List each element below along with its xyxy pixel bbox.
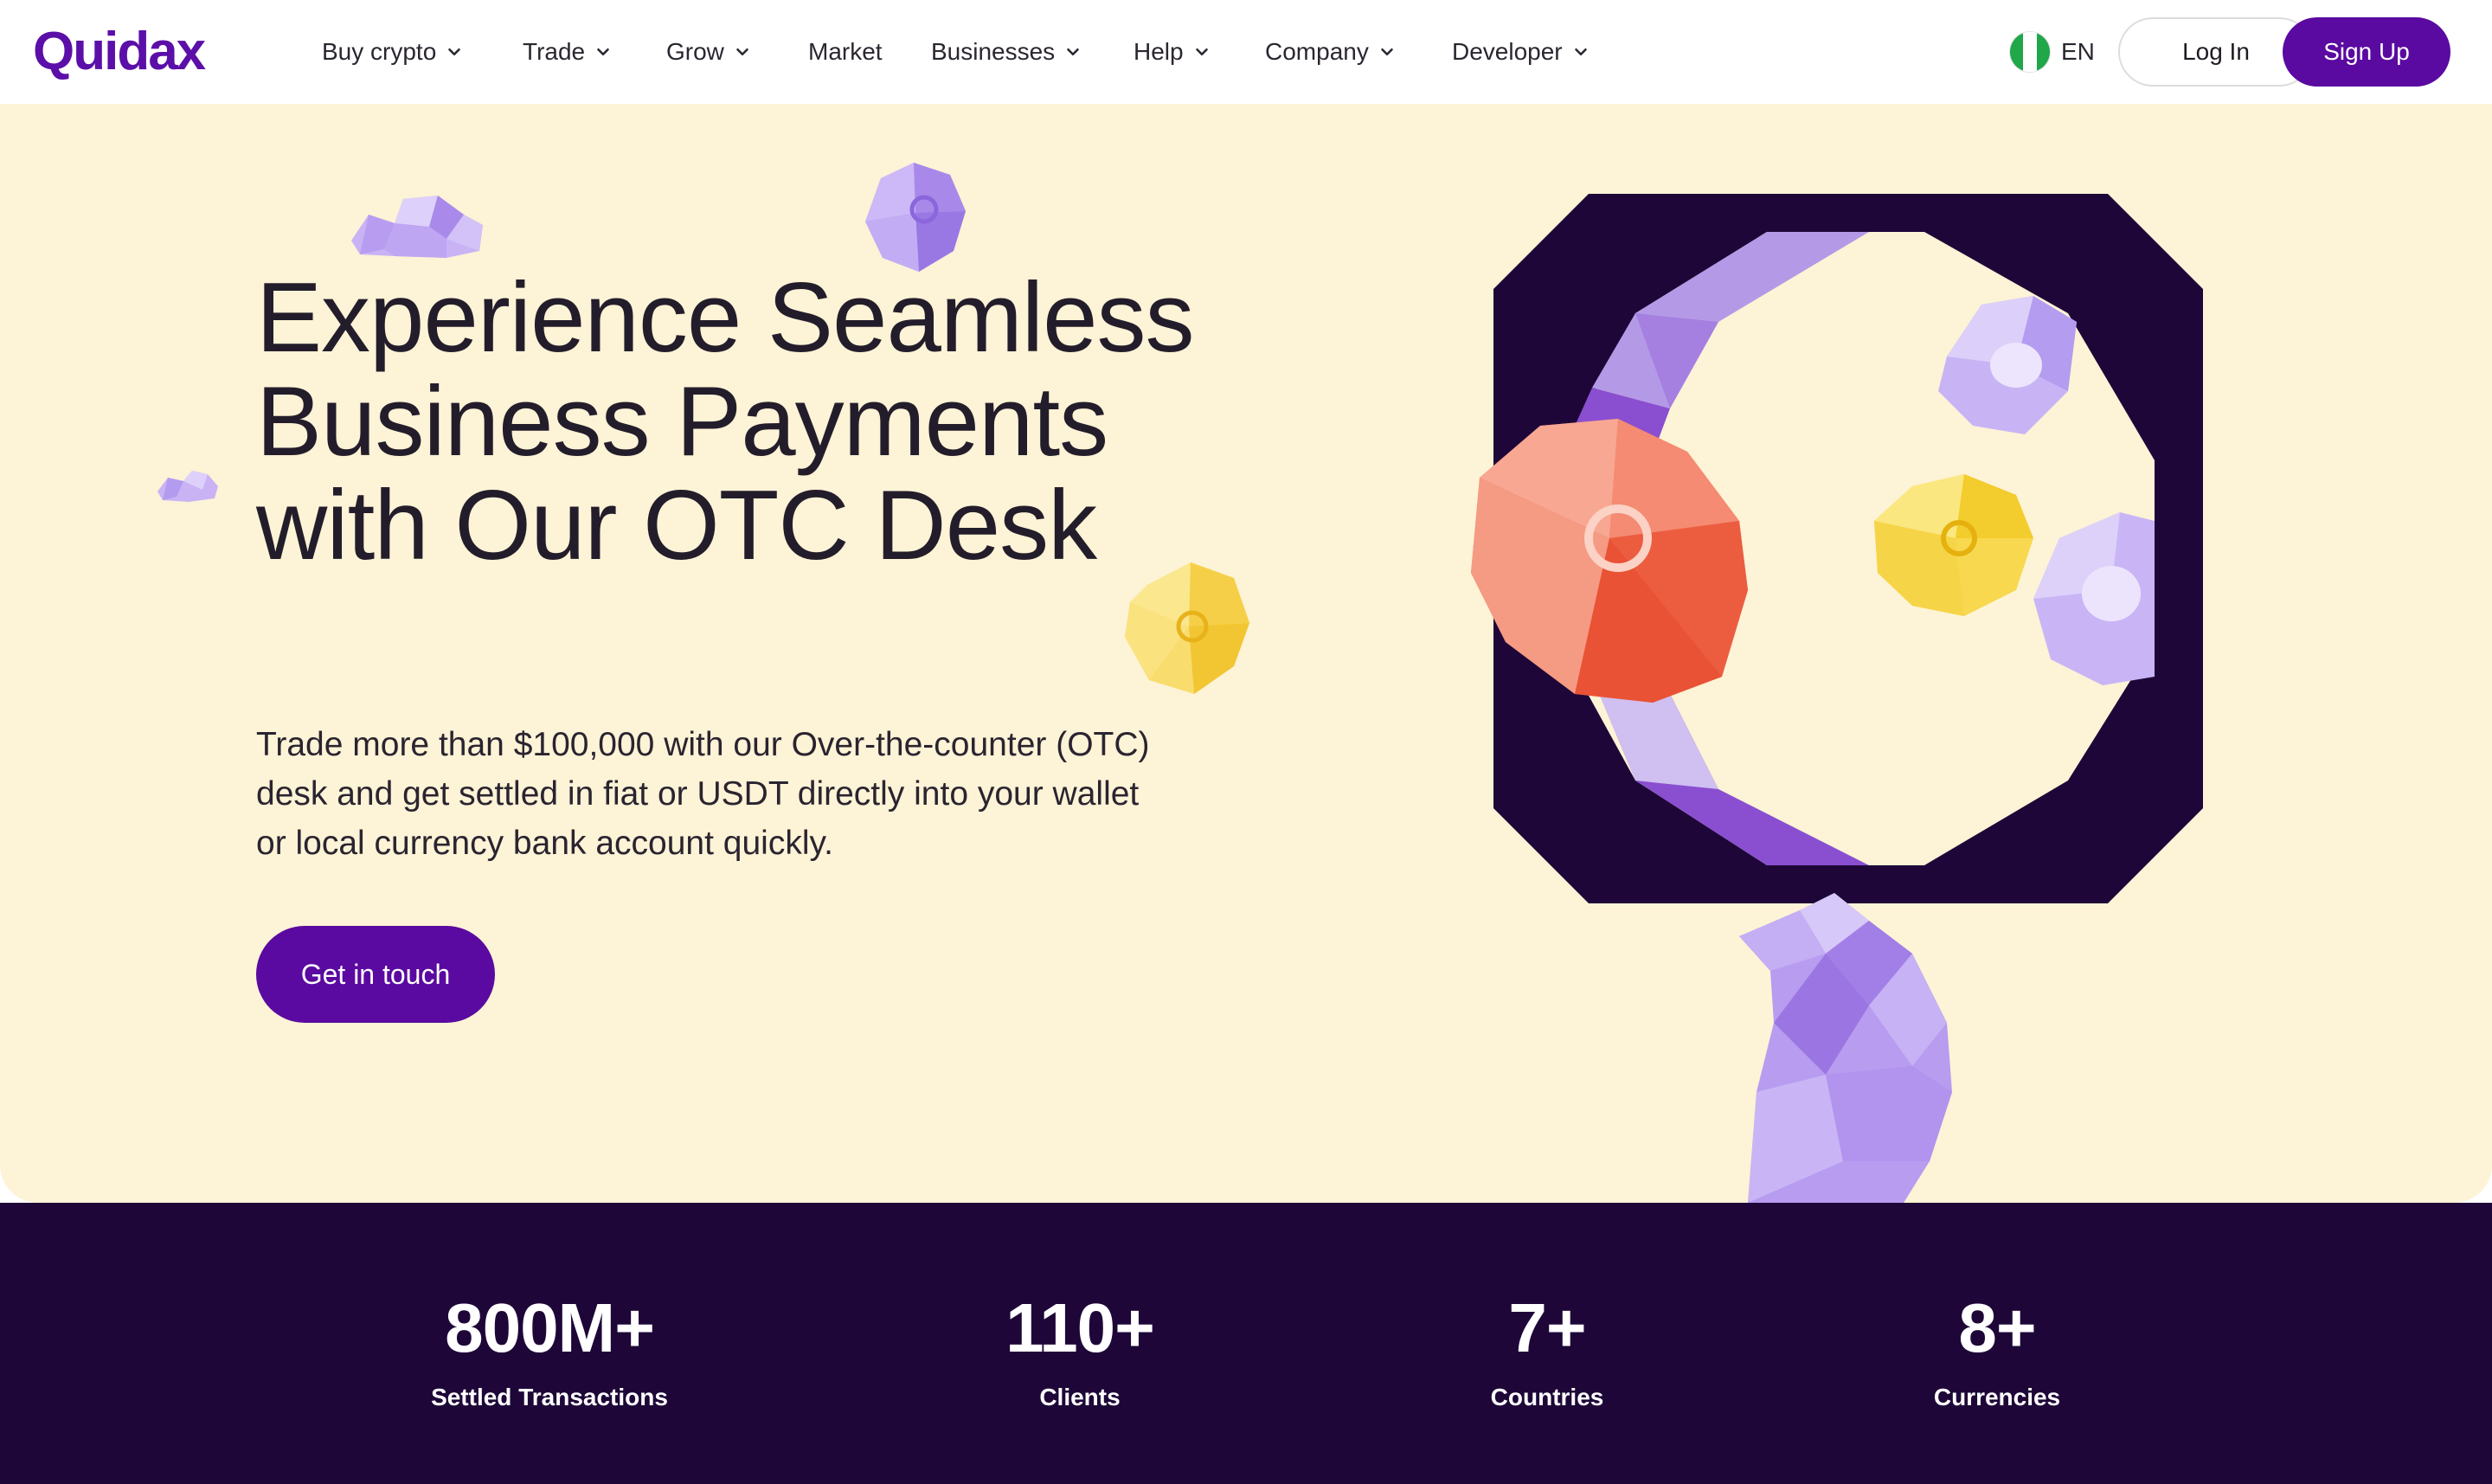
stat-settled-transactions: 800M+ Settled Transactions bbox=[415, 1289, 684, 1412]
cloud-icon bbox=[157, 471, 218, 502]
menu-item-businesses[interactable]: Businesses bbox=[931, 38, 1134, 66]
coin-icon bbox=[1125, 562, 1249, 694]
stats-section: 800M+ Settled Transactions 110+ Clients … bbox=[0, 1203, 2492, 1484]
menu-item-label: Businesses bbox=[931, 38, 1056, 65]
hero-section: Experience Seamless Business Payments wi… bbox=[0, 104, 2492, 1203]
menu-item-company[interactable]: Company bbox=[1265, 38, 1452, 66]
stat-clients: 110+ Clients bbox=[960, 1289, 1199, 1412]
menu-item-label: Grow bbox=[666, 38, 724, 65]
hero-title: Experience Seamless Business Payments wi… bbox=[256, 263, 1195, 581]
menu-item-developer[interactable]: Developer bbox=[1452, 38, 1625, 66]
stat-label: Clients bbox=[1039, 1384, 1121, 1410]
chevron-down-icon bbox=[1063, 42, 1082, 61]
menu-item-label: Buy crypto bbox=[322, 38, 437, 65]
menu-item-label: Market bbox=[808, 38, 883, 65]
quidax-logo[interactable]: Quidax bbox=[33, 19, 206, 85]
menu-item-label: Trade bbox=[523, 38, 586, 65]
top-navbar: Quidax Buy crypto Trade Grow Market Busi… bbox=[0, 0, 2492, 104]
menu-item-label: Help bbox=[1134, 38, 1184, 65]
chevron-down-icon bbox=[445, 42, 464, 61]
chevron-down-icon bbox=[594, 42, 613, 61]
magnifier-illustration bbox=[1471, 194, 2203, 1203]
stat-value: 7+ bbox=[1508, 1289, 1586, 1366]
stat-countries: 7+ Countries bbox=[1443, 1289, 1651, 1412]
menu-item-trade[interactable]: Trade bbox=[523, 38, 666, 66]
stat-value: 8+ bbox=[1958, 1289, 2036, 1366]
cloud-icon bbox=[351, 196, 483, 258]
nigeria-flag-icon bbox=[2009, 31, 2051, 73]
stat-label: Countries bbox=[1490, 1384, 1604, 1410]
chevron-down-icon bbox=[733, 42, 752, 61]
hero-subtitle: Trade more than $100,000 with our Over-t… bbox=[256, 726, 1150, 862]
menu-item-grow[interactable]: Grow bbox=[666, 38, 808, 66]
chevron-down-icon bbox=[1571, 42, 1590, 61]
stat-value: 800M+ bbox=[445, 1289, 655, 1366]
menu-item-label: Company bbox=[1265, 38, 1369, 65]
language-label: EN bbox=[2061, 38, 2095, 65]
menu-item-buy-crypto[interactable]: Buy crypto bbox=[322, 38, 523, 66]
chevron-down-icon bbox=[1378, 42, 1397, 61]
menu-item-help[interactable]: Help bbox=[1134, 38, 1265, 66]
stat-value: 110+ bbox=[1005, 1289, 1155, 1366]
signup-button[interactable]: Sign Up bbox=[2283, 17, 2450, 87]
language-selector[interactable]: EN bbox=[2009, 31, 2095, 73]
coin-icon bbox=[865, 163, 966, 272]
stat-label: Currencies bbox=[1933, 1384, 2061, 1410]
menu-item-label: Developer bbox=[1452, 38, 1563, 65]
get-in-touch-button[interactable]: Get in touch bbox=[256, 926, 495, 1023]
main-menu: Buy crypto Trade Grow Market Businesses … bbox=[322, 0, 1625, 104]
stat-currencies: 8+ Currencies bbox=[1883, 1289, 2111, 1412]
chevron-down-icon bbox=[1192, 42, 1211, 61]
menu-item-market[interactable]: Market bbox=[808, 38, 931, 66]
stat-label: Settled Transactions bbox=[431, 1384, 668, 1410]
